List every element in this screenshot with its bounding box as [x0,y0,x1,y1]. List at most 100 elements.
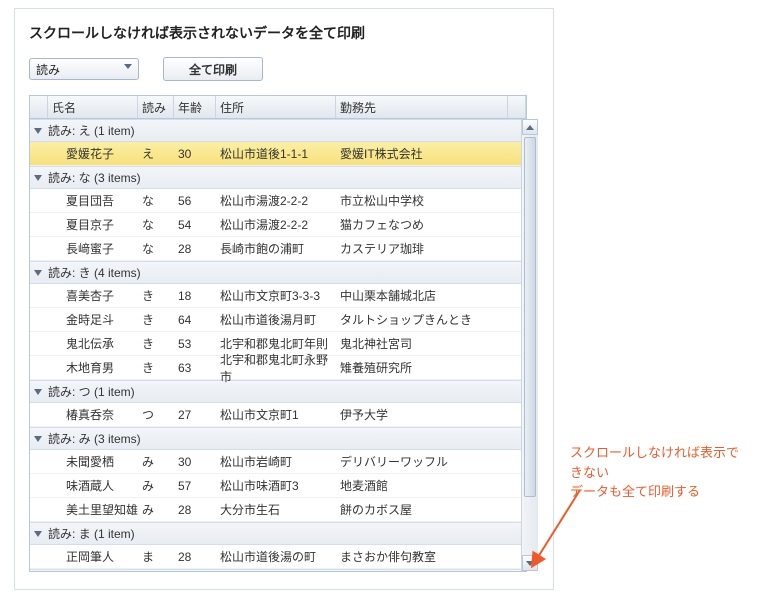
group-row[interactable]: 読み: し (2 items) [30,569,526,571]
annotation-line2: データも全て印刷する [570,482,750,502]
cell-name: 木地育男 [48,356,138,379]
cell-exp [30,237,48,260]
col-age[interactable]: 年齢 [174,96,216,118]
cell-addr: 松山市文京町3-3-3 [216,284,336,307]
group-row[interactable]: 読み: え (1 item) [30,119,526,142]
scroll-up-button[interactable] [522,119,538,135]
cell-work: まさおか俳句教室 [336,545,508,568]
cell-work: デリバリーワッフル [336,450,508,473]
triangle-down-icon [34,175,42,181]
cell-read: み [138,450,174,473]
cell-work: 雉養殖研究所 [336,356,508,379]
cell-name: 正岡筆人 [48,545,138,568]
cell-exp [30,545,48,568]
group-label: 読み: つ (1 item) [48,383,135,400]
table-row[interactable]: 椿真呑奈つ27松山市文京町1伊予大学 [30,403,526,427]
cell-read: き [138,284,174,307]
cell-exp [30,403,48,426]
col-name[interactable]: 氏名 [48,96,138,118]
cell-work: 鬼北神社宮司 [336,332,508,355]
cell-age: 27 [174,403,216,426]
cell-exp [30,474,48,497]
dropdown-value: 読み [36,61,60,78]
cell-name: 愛媛花子 [48,142,138,165]
cell-work: 中山栗本舗城北店 [336,284,508,307]
col-expand[interactable] [30,96,48,118]
group-row[interactable]: 読み: な (3 items) [30,166,526,189]
cell-addr: 松山市道後1-1-1 [216,142,336,165]
cell-addr: 松山市味酒町3 [216,474,336,497]
arrow-up-icon [526,125,534,130]
data-grid: 氏名 読み 年齢 住所 勤務先 読み: え (1 item) 愛媛花子え30松山市… [29,95,527,572]
table-row[interactable]: 木地育男き63北宇和郡鬼北町永野市雉養殖研究所 [30,356,526,380]
cell-read: つ [138,403,174,426]
cell-addr: 大分市生石 [216,498,336,521]
cell-read: な [138,237,174,260]
table-row[interactable]: 未聞愛栖み30松山市岩崎町デリバリーワッフル [30,450,526,474]
cell-exp [30,332,48,355]
cell-exp [30,356,48,379]
cell-read: な [138,189,174,212]
cell-age: 28 [174,498,216,521]
annotation-line1: スクロールしなければ表示できない [570,443,750,482]
table-row[interactable]: 味酒蔵人み57松山市味酒町3地麦酒館 [30,474,526,498]
table-row[interactable]: 夏目団吾な56松山市湯渡2-2-2市立松山中学校 [30,189,526,213]
cell-exp [30,498,48,521]
table-row[interactable]: 夏目京子な54松山市湯渡2-2-2猫カフェなつめ [30,213,526,237]
table-row[interactable]: 美土里望知雄み28大分市生石餅のカボス屋 [30,498,526,522]
cell-age: 57 [174,474,216,497]
cell-exp [30,450,48,473]
cell-addr: 北宇和郡鬼北町永野市 [216,356,336,379]
grid-body: 読み: え (1 item)愛媛花子え30松山市道後1-1-1愛媛IT株式会社読… [30,119,526,571]
cell-addr: 松山市道後湯月町 [216,308,336,331]
table-row[interactable]: 愛媛花子え30松山市道後1-1-1愛媛IT株式会社 [30,142,526,166]
table-row[interactable]: 金時足斗き64松山市道後湯月町タルトショップきんとき [30,308,526,332]
col-read[interactable]: 読み [138,96,174,118]
cell-age: 64 [174,308,216,331]
cell-read: き [138,308,174,331]
annotation: スクロールしなければ表示できない データも全て印刷する [570,443,750,502]
group-row[interactable]: 読み: ま (1 item) [30,522,526,545]
app-panel: スクロールしなければ表示されないデータを全て印刷 読み 全て印刷 氏名 読み 年… [14,8,554,590]
cell-name: 喜美杏子 [48,284,138,307]
cell-exp [30,142,48,165]
scroll-thumb[interactable] [524,137,536,497]
cell-name: 椿真呑奈 [48,403,138,426]
cell-name: 金時足斗 [48,308,138,331]
group-label: 読み: え (1 item) [48,122,135,139]
table-row[interactable]: 喜美杏子き18松山市文京町3-3-3中山栗本舗城北店 [30,284,526,308]
cell-exp [30,189,48,212]
group-row[interactable]: 読み: き (4 items) [30,261,526,284]
cell-read: え [138,142,174,165]
print-all-button[interactable]: 全て印刷 [163,57,263,81]
cell-work: 愛媛IT株式会社 [336,142,508,165]
cell-addr: 松山市湯渡2-2-2 [216,189,336,212]
col-work[interactable]: 勤務先 [336,96,508,118]
cell-addr: 長崎市飽の浦町 [216,237,336,260]
cell-work: 餅のカボス屋 [336,498,508,521]
cell-age: 53 [174,332,216,355]
cell-name: 長﨑蜜子 [48,237,138,260]
table-row[interactable]: 長﨑蜜子な28長崎市飽の浦町カステリア珈琲 [30,237,526,261]
triangle-down-icon [34,128,42,134]
toolbar: 読み 全て印刷 [29,57,539,81]
grid-header: 氏名 読み 年齢 住所 勤務先 [30,96,526,119]
col-addr[interactable]: 住所 [216,96,336,118]
cell-read: み [138,474,174,497]
group-by-dropdown[interactable]: 読み [29,58,139,80]
cell-addr: 松山市道後湯の町 [216,545,336,568]
triangle-down-icon [34,436,42,442]
cell-age: 28 [174,237,216,260]
cell-work: カステリア珈琲 [336,237,508,260]
cell-addr: 松山市湯渡2-2-2 [216,213,336,236]
cell-age: 18 [174,284,216,307]
cell-work: 猫カフェなつめ [336,213,508,236]
group-label: 読み: ま (1 item) [48,525,135,542]
group-row[interactable]: 読み: み (3 items) [30,427,526,450]
cell-work: 地麦酒館 [336,474,508,497]
triangle-down-icon [34,531,42,537]
page-title: スクロールしなければ表示されないデータを全て印刷 [29,23,539,43]
table-row[interactable]: 正岡筆人ま28松山市道後湯の町まさおか俳句教室 [30,545,526,569]
cell-name: 鬼北伝承 [48,332,138,355]
annotation-arrow-icon [525,485,585,575]
